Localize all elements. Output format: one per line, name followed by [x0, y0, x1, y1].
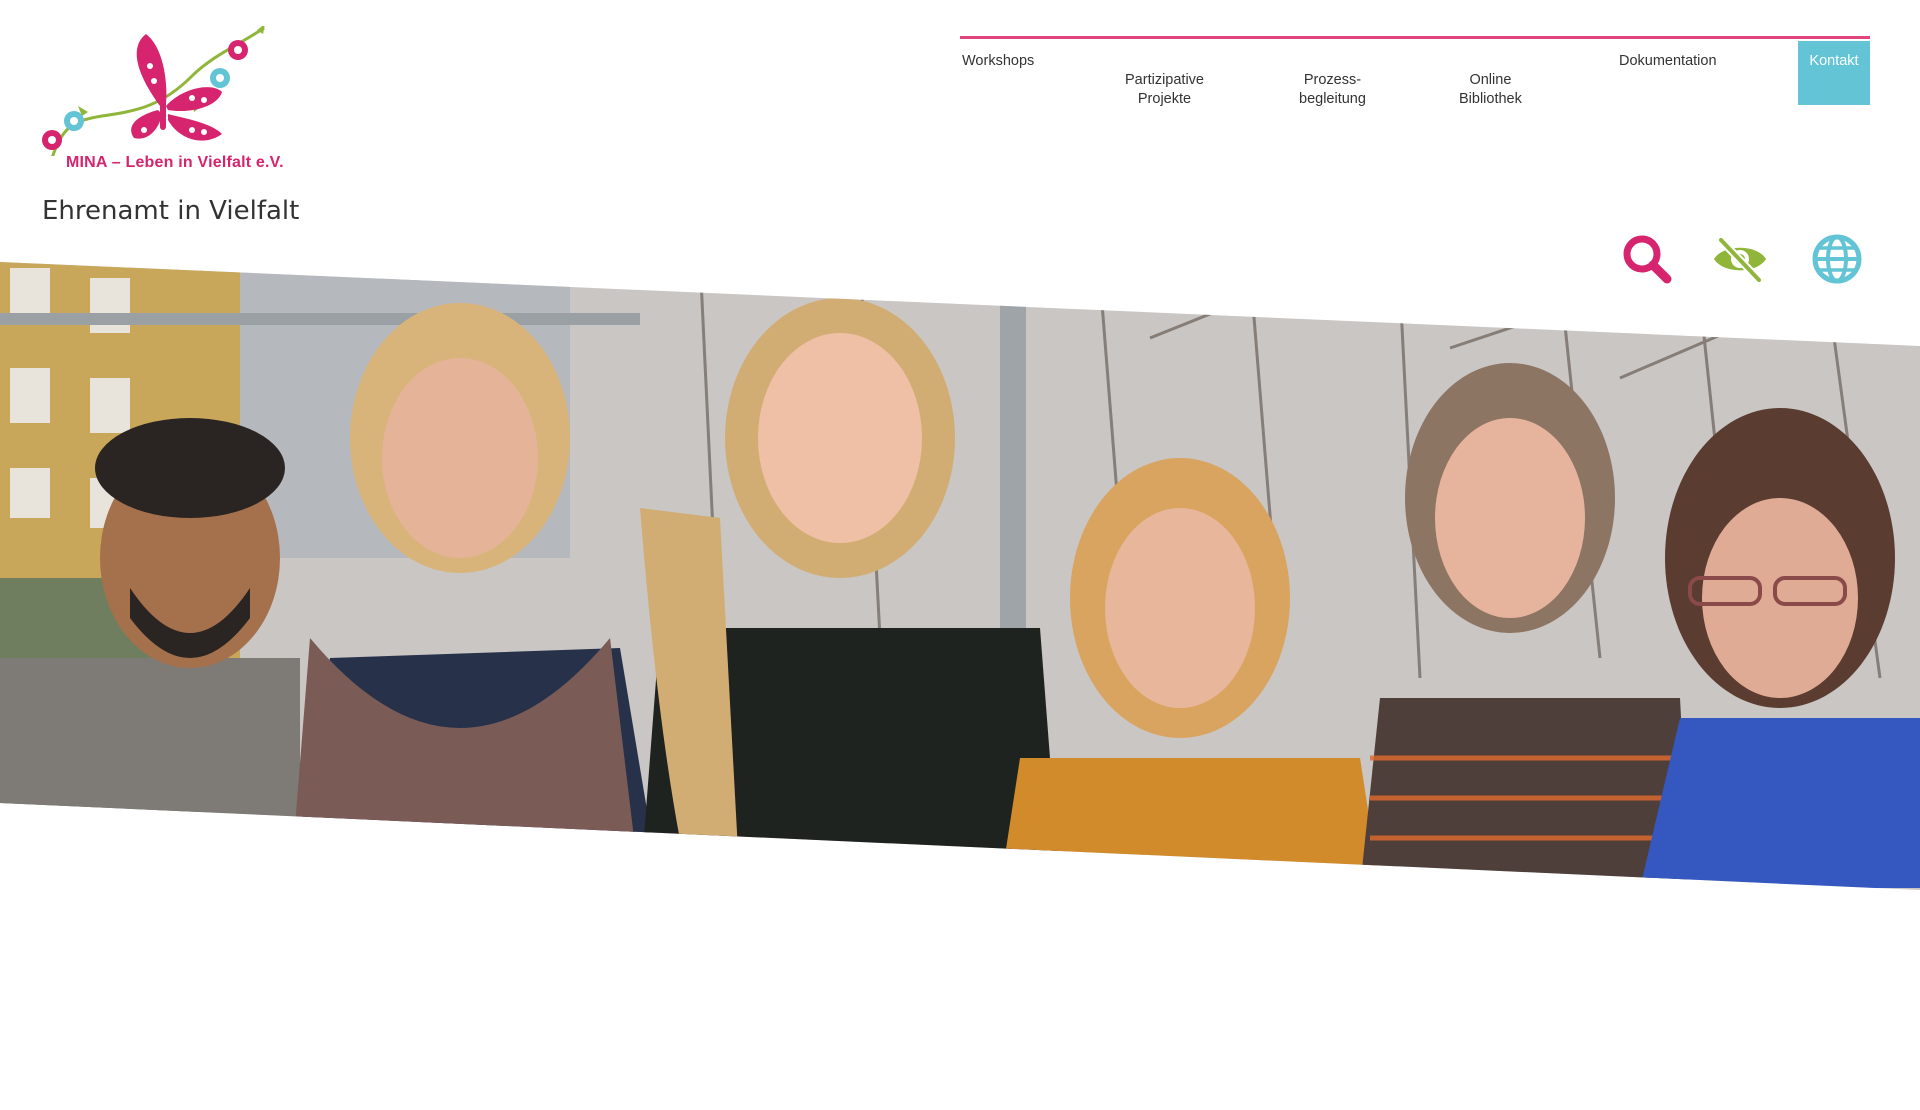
eye-slash-icon [1714, 236, 1766, 284]
nav-item-label: Kontakt [1809, 53, 1859, 69]
nav-item-workshops[interactable]: Workshops [962, 52, 1034, 71]
nav-item-label: Workshops [962, 53, 1035, 69]
nav-item-partizipative-projekte[interactable]: Partizipative Projekte [1125, 52, 1204, 109]
globe-icon [1812, 234, 1862, 284]
nav-item-label: Online Bibliothek [1459, 72, 1522, 107]
nav-item-label: Prozess- begleitung [1299, 72, 1366, 107]
site-logo[interactable]: MINA – Leben in Vielfalt e.V. [42, 26, 284, 176]
nav-item-kontakt[interactable]: Kontakt [1798, 41, 1870, 105]
main-navigation: Workshops Partizipative Projekte Prozess… [960, 36, 1870, 109]
language-button[interactable] [1810, 232, 1864, 286]
accessibility-button[interactable] [1711, 232, 1766, 286]
group-photo-illustration [0, 262, 1920, 890]
logo-text: MINA – Leben in Vielfalt e.V. [66, 154, 284, 171]
site-tagline: Ehrenamt in Vielfalt [42, 196, 300, 226]
search-icon [1623, 235, 1672, 284]
hero-image [0, 262, 1920, 890]
search-button[interactable] [1620, 232, 1674, 286]
nav-item-prozessbegleitung[interactable]: Prozess- begleitung [1299, 52, 1366, 109]
nav-item-label: Dokumentation [1619, 53, 1717, 69]
nav-item-dokumentation[interactable]: Dokumentation [1619, 52, 1717, 71]
butterfly-logo-icon [42, 26, 265, 156]
nav-item-online-bibliothek[interactable]: Online Bibliothek [1459, 52, 1522, 109]
nav-item-label: Partizipative Projekte [1125, 72, 1204, 107]
